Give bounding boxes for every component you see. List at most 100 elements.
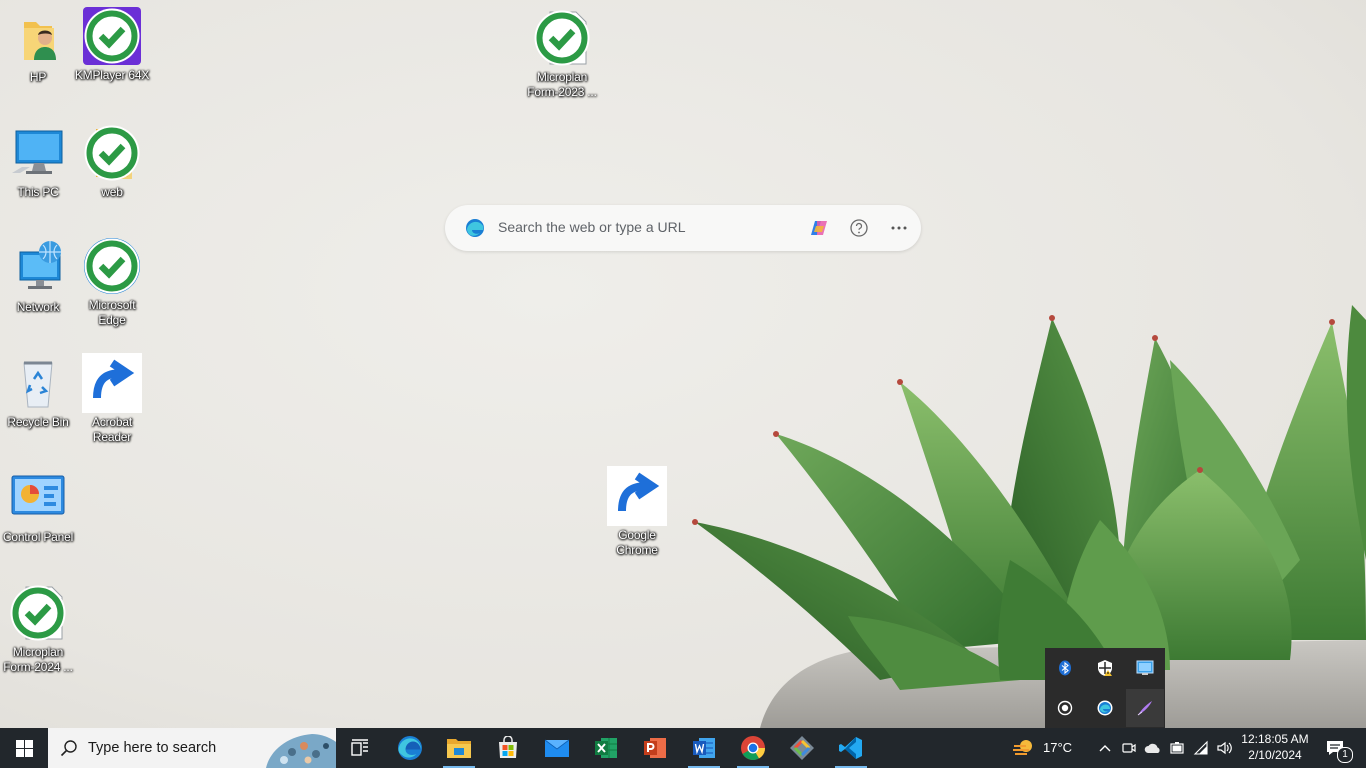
taskbar-app-microsoft-store[interactable] [484,728,532,768]
shortcut-arrow-icon [607,466,667,526]
windows-logo-icon [15,739,33,757]
desktop-icon-this-pc[interactable]: This PC [0,123,76,200]
taskbar-app-git-gui[interactable] [778,728,826,768]
taskbar-app-word[interactable] [680,728,728,768]
kmplayer-icon [82,6,142,66]
clock-date: 2/10/2024 [1248,748,1302,762]
mail-icon [544,739,570,757]
desktop-icon-label: KMPlayer 64X [74,68,150,82]
battery-icon[interactable] [1167,738,1187,758]
edge-icon [398,736,422,760]
desktop-icon-label: Network [16,300,60,314]
folder-icon [82,123,142,183]
display-settings-icon[interactable] [1126,649,1164,687]
desktop-icon-google-chrome[interactable]: Google Chrome [599,466,675,558]
taskbar-search-box[interactable]: Type here to search [48,728,336,768]
sync-status-icon [84,8,140,64]
computer-icon [8,123,68,183]
word-icon [693,738,715,758]
weather-temperature[interactable]: 17°C [1043,740,1072,755]
user-folder-icon [8,8,68,68]
search-highlight-illustration-icon [266,734,336,768]
edge-logo-icon [465,218,485,238]
desktop-icon-label: This PC [17,185,59,199]
taskbar-app-excel[interactable] [582,728,630,768]
sync-status-icon [534,10,590,66]
taskbar: Type here to search 17°C 12:18:05 AM 2/1… [0,728,1366,768]
succulent-wallpaper-art [692,305,1366,728]
edge-update-icon[interactable] [1086,689,1124,727]
weather-icon[interactable] [1012,738,1036,758]
acrobat-icon [82,353,142,413]
taskbar-app-google-chrome[interactable] [729,728,777,768]
more-icon[interactable] [889,218,909,238]
meet-now-icon[interactable] [1119,738,1139,758]
clock-time: 12:18:05 AM [1241,732,1309,746]
taskbar-app-mail[interactable] [533,728,581,768]
network-icon [8,238,68,298]
desktop-icon-label: web [101,185,123,199]
edge-icon [82,236,142,296]
git-gui-icon [790,736,814,760]
desktop-icon-microsoft-edge[interactable]: Microsoft Edge [74,236,150,328]
action-center-button[interactable]: 1 [1316,728,1360,768]
taskbar-app-powerpoint[interactable] [631,728,679,768]
clock[interactable]: 12:18:05 AM 2/10/2024 [1238,731,1312,765]
desktop-icon-hp[interactable]: HP [0,8,76,85]
desktop-icon-label: Microsoft Edge [88,298,136,327]
store-icon [499,736,517,758]
wifi-icon[interactable] [1192,738,1212,758]
desktop-icon-label: Recycle Bin [7,415,69,429]
edge-search-bar[interactable]: Search the web or type a URL [445,205,921,251]
record-icon[interactable] [1046,689,1084,727]
desktop-icon-network[interactable]: Network [0,238,76,315]
desktop-icon-microplan-2023[interactable]: Microplan Form-2023 ... [524,8,600,100]
excel-icon [595,738,617,758]
desktop-icon-label: Acrobat Reader [92,415,132,444]
taskbar-app-microsoft-edge[interactable] [386,728,434,768]
desktop-icon-label: Microplan Form-2023 ... [527,70,597,99]
task-view-icon [351,739,368,756]
desktop-icon-label: Control Panel [2,530,74,544]
show-hidden-icons-chevron-icon[interactable] [1095,738,1115,758]
task-view-button[interactable] [336,728,384,768]
pen-icon[interactable] [1126,689,1164,727]
desktop-icon-label: Microplan Form-2024 ... [3,645,73,674]
sync-status-icon [10,585,66,641]
excel-file-icon [8,583,68,643]
desktop-icon-microplan-2024[interactable]: Microplan Form-2024 ... [0,583,76,675]
shortcut-arrow-icon [82,353,142,413]
tray-overflow-flyout [1045,648,1165,728]
sync-status-icon [84,125,140,181]
powerpoint-icon [644,738,666,758]
sync-status-icon [84,238,140,294]
desktop-icon-web[interactable]: web [74,123,150,200]
file-explorer-icon [447,739,471,758]
notification-count-badge: 1 [1337,747,1353,763]
desktop-icon-label: HP [29,70,47,84]
taskbar-search-placeholder[interactable]: Type here to search [88,740,216,756]
desktop-icon-recycle-bin[interactable]: Recycle Bin [0,353,76,430]
copilot-icon[interactable] [809,218,829,238]
defender-icon[interactable] [1086,649,1124,687]
taskbar-app-visual-studio-code[interactable] [827,728,875,768]
desktop-icon-control-panel[interactable]: Control Panel [0,468,76,545]
desktop-icon-acrobat-reader[interactable]: Acrobat Reader [74,353,150,445]
desktop-icon-label: Google Chrome [616,528,658,557]
start-button[interactable] [0,728,48,768]
recycle-bin-icon [8,353,68,413]
chrome-icon [607,466,667,526]
taskbar-app-file-explorer[interactable] [435,728,483,768]
vscode-icon [839,737,862,759]
control-panel-icon [8,468,68,528]
bluetooth-icon[interactable] [1046,649,1084,687]
excel-file-icon [532,8,592,68]
desktop-wallpaper [0,0,1366,728]
onedrive-icon[interactable] [1143,738,1163,758]
search-placeholder[interactable]: Search the web or type a URL [498,219,686,235]
search-icon [60,740,77,757]
desktop-icon-kmplayer[interactable]: KMPlayer 64X [74,6,150,83]
chrome-icon [741,736,765,761]
help-icon[interactable] [849,218,869,238]
volume-icon[interactable] [1215,738,1235,758]
